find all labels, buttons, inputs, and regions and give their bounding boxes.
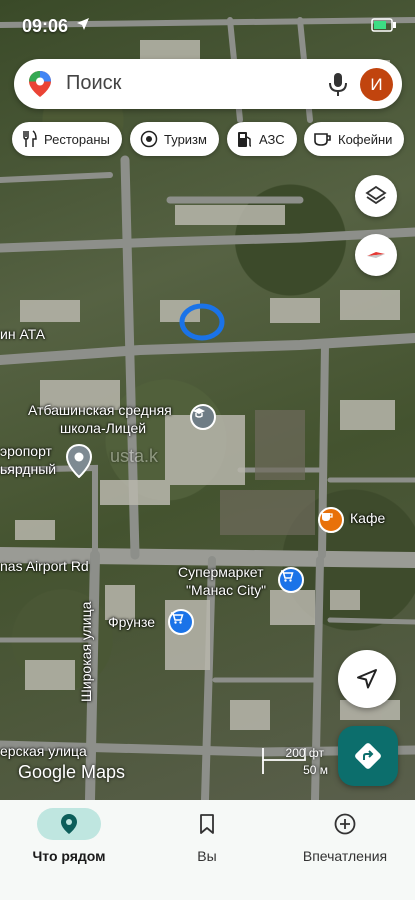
chip-label: АЗС [259,131,285,147]
map-label-school[interactable]: Атбашинская средняя [28,402,172,418]
nav-explore-icon-wrap [37,808,101,840]
shopping-cart-icon[interactable] [278,567,304,593]
map-scale: 200 фт 50 м [260,746,330,777]
battery-icon [371,18,396,32]
map-label-supermarket-2[interactable]: "Манас City" [186,582,266,598]
chip-gas-stations[interactable]: АЗС [227,122,297,156]
location-pin-icon [61,814,77,834]
camera-icon [140,130,158,148]
scale-feet: 200 фт [285,746,324,760]
category-chips: Рестораны Туризм АЗС Кофейни [12,122,415,158]
nav-contribute-icon-wrap [313,808,377,840]
school-icon[interactable] [190,404,216,430]
nav-explore-label: Что рядом [32,848,106,864]
chip-label: Туризм [164,131,207,147]
nav-contribute[interactable]: Впечатления [276,808,414,888]
shopping-cart-icon-2[interactable] [168,609,194,635]
microphone-icon[interactable] [327,71,349,97]
chip-restaurants[interactable]: Рестораны [12,122,122,156]
map-label-street: ин АТА [0,326,46,342]
layers-button[interactable] [355,175,397,217]
status-bar: 09:06 [0,0,415,52]
nav-you-label: Вы [197,848,217,864]
chip-tourism[interactable]: Туризм [130,122,219,156]
navigation-arrow-icon [77,18,89,30]
bottom-navigation: Что рядом Вы Впечатления [0,800,415,900]
watermark: usta.k [110,446,159,466]
nav-you[interactable]: Вы [138,808,276,888]
chip-coffee[interactable]: Кофейни [304,122,405,156]
nav-you-icon-wrap [175,808,239,840]
map-label-airport-road: nas Airport Rd [0,558,89,574]
location-arrow-icon [357,669,377,689]
map-label-cafe[interactable]: Кафе [350,510,385,526]
chip-label: Рестораны [44,131,110,147]
map-label-frunze[interactable]: Фрунзе [108,614,155,630]
status-time: 09:06 [22,16,69,36]
layers-icon [365,185,387,205]
nav-contribute-label: Впечатления [302,848,388,864]
directions-icon [355,743,381,769]
map-label-school-2[interactable]: школа-Лицей [60,420,146,436]
map-label-supermarket[interactable]: Супермаркет [178,564,263,580]
search-bar[interactable]: Поиск И [14,59,402,109]
bookmark-icon [200,814,214,834]
add-circle-icon [334,813,356,835]
compass-button[interactable] [355,234,397,276]
map-label-airport[interactable]: эропорт [0,443,52,459]
google-maps-pin-icon [29,71,51,97]
nav-explore[interactable]: Что рядом [0,808,138,888]
my-location-button[interactable] [338,650,396,708]
directions-button[interactable] [338,726,398,786]
account-avatar[interactable]: И [360,68,393,101]
chip-label: Кофейни [338,131,393,147]
map-label-shirokaya: Широкая улица [78,601,94,702]
fork-knife-icon [23,130,37,147]
cafe-icon[interactable] [318,507,344,533]
google-maps-attribution: Google Maps [18,762,126,782]
scale-meters: 50 м [303,763,328,777]
compass-icon [367,252,385,258]
map-label-airport-2[interactable]: ьярдный [0,461,56,477]
coffee-cup-icon [314,133,331,146]
search-input[interactable]: Поиск [66,72,121,95]
gas-station-icon [238,132,252,147]
map-label-lower-street: ерская улица [0,743,87,759]
